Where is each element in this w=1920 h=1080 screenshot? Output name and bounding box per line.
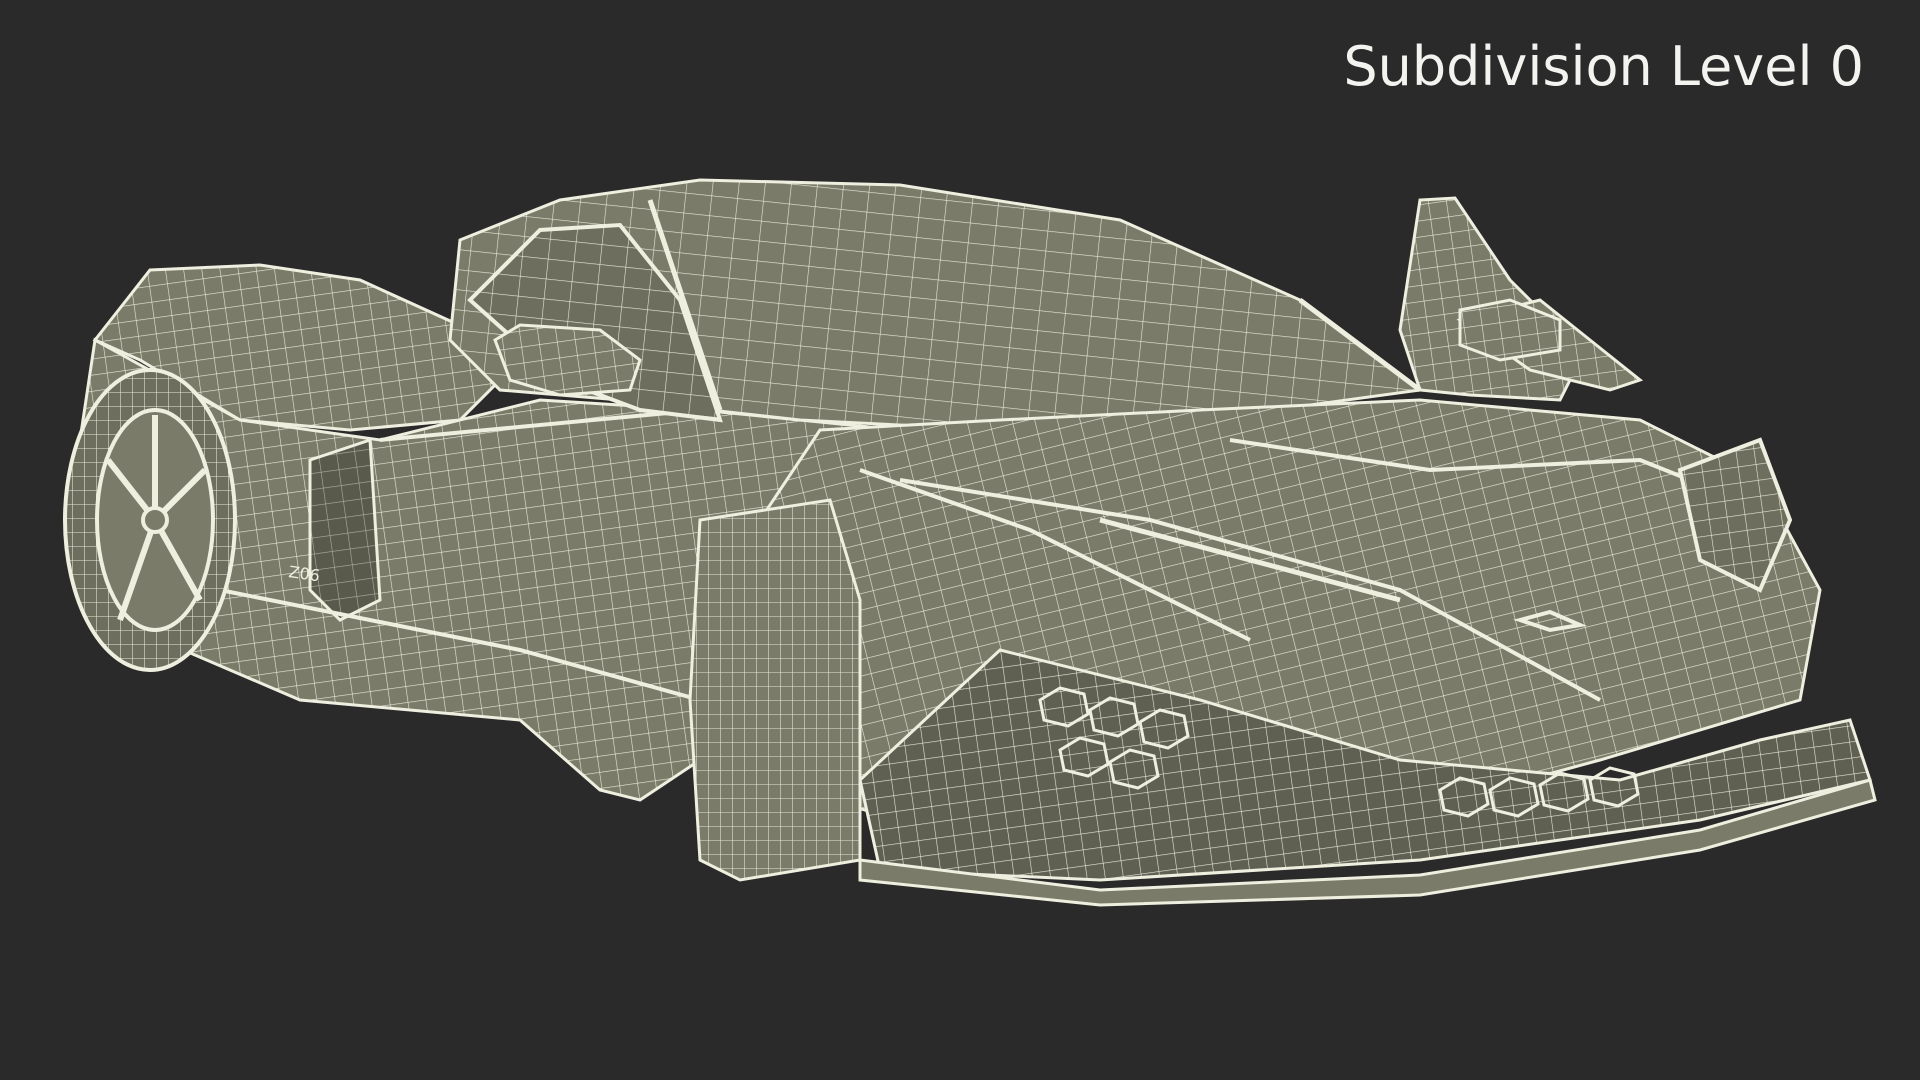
front-wheel [688,498,862,882]
render-viewport: Z06 Subdivision Level 0 [0,0,1920,1080]
rear-wing [1398,196,1644,402]
rear-wheel [63,368,237,672]
subdivision-level-label: Subdivision Level 0 [1343,35,1864,98]
car-wireframe-render: Z06 [63,178,1877,907]
